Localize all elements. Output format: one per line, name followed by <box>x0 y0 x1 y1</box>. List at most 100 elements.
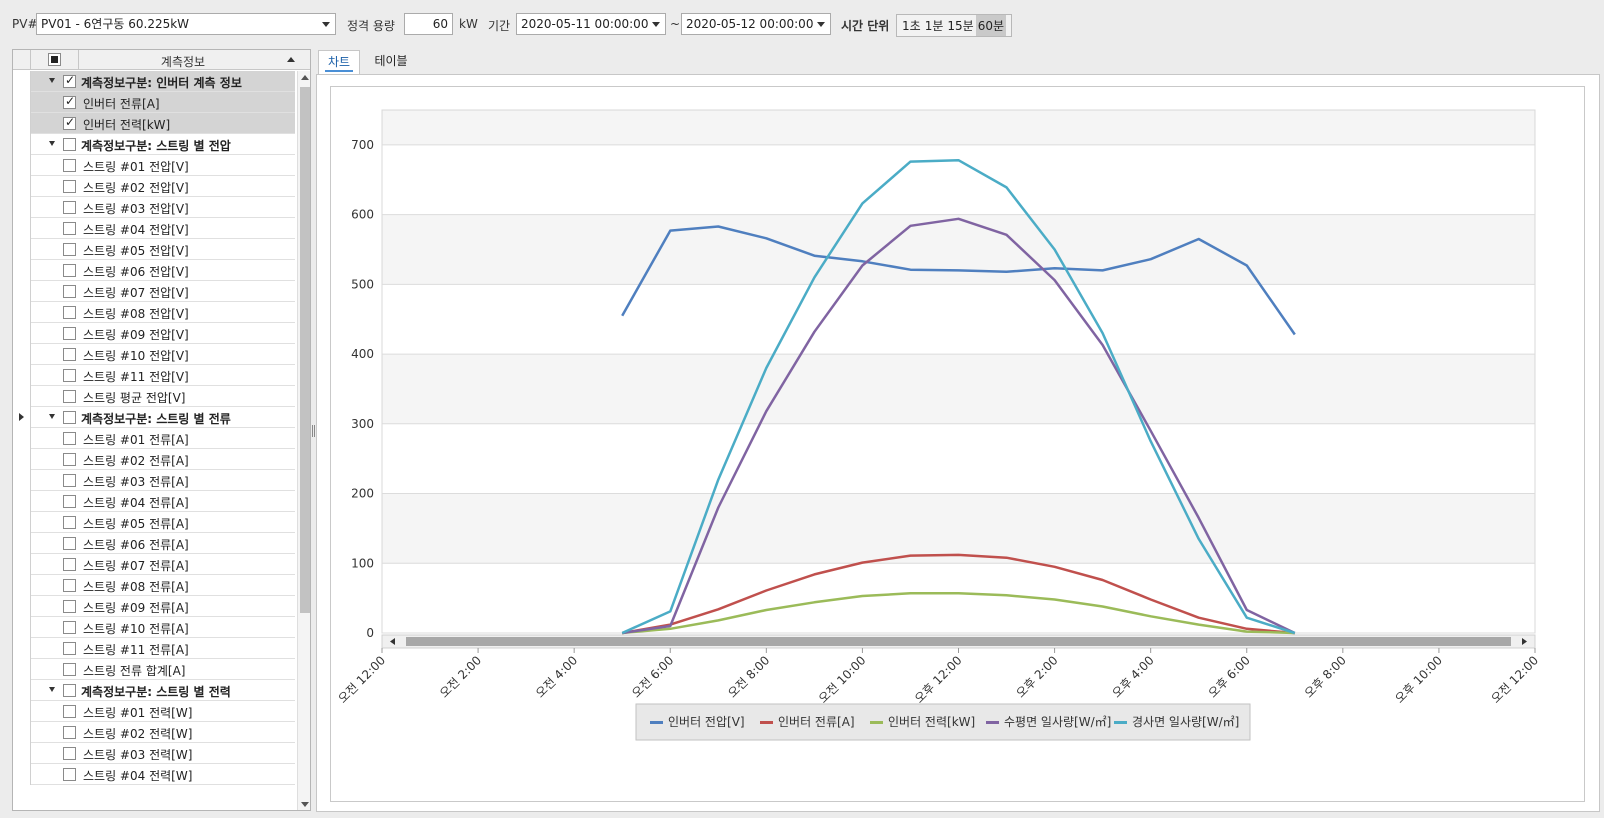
chart-scroll-thumb[interactable] <box>406 637 1511 646</box>
tree-item-row[interactable]: 스트링 #03 전류[A] <box>13 470 295 491</box>
time-unit-1s[interactable]: 1초 <box>900 15 923 36</box>
tree-item-row[interactable]: 스트링 #04 전압[V] <box>13 218 295 239</box>
item-checkbox[interactable] <box>63 264 76 277</box>
tree-item-row[interactable]: 스트링 #02 전력[W] <box>13 722 295 743</box>
item-checkbox[interactable] <box>63 159 76 172</box>
item-checkbox[interactable] <box>63 726 76 739</box>
item-checkbox[interactable] <box>63 579 76 592</box>
legend-item[interactable]: 경사면 일사량[W/㎡] <box>1132 715 1239 729</box>
tree-item-row[interactable]: 스트링 #11 전류[A] <box>13 638 295 659</box>
tree-item-row[interactable]: 스트링 #01 전류[A] <box>13 428 295 449</box>
tree-item-row[interactable]: 스트링 #05 전류[A] <box>13 512 295 533</box>
tree-group-row[interactable]: 계측정보구분: 스트링 별 전류 <box>13 407 295 428</box>
time-unit-1m[interactable]: 1분 <box>923 15 946 36</box>
item-checkbox[interactable] <box>63 201 76 214</box>
tree-item-row[interactable]: 스트링 #04 전력[W] <box>13 764 295 785</box>
tree-item-row[interactable]: 스트링 #03 전력[W] <box>13 743 295 764</box>
tree-item-row[interactable]: 스트링 #06 전압[V] <box>13 260 295 281</box>
tree-item-row[interactable]: 스트링 #05 전압[V] <box>13 239 295 260</box>
legend-item[interactable]: 수평면 일사량[W/㎡] <box>1004 715 1111 729</box>
scroll-thumb[interactable] <box>300 87 310 613</box>
end-date-picker[interactable]: 2020-05-12 00:00:00 <box>681 13 831 35</box>
item-checkbox[interactable] <box>63 285 76 298</box>
chevron-down-icon[interactable] <box>322 22 330 27</box>
collapse-icon[interactable] <box>49 78 55 83</box>
time-unit-15m[interactable]: 15분 <box>945 15 975 36</box>
item-checkbox[interactable] <box>63 621 76 634</box>
legend-item[interactable]: 인버터 전력[kW] <box>888 715 975 729</box>
item-checkbox[interactable] <box>63 180 76 193</box>
item-checkbox[interactable] <box>63 327 76 340</box>
tree-item-row[interactable]: 스트링 #07 전압[V] <box>13 281 295 302</box>
item-checkbox[interactable] <box>63 600 76 613</box>
scroll-up-icon[interactable] <box>301 75 309 80</box>
tree-item-row[interactable]: 스트링 #06 전류[A] <box>13 533 295 554</box>
tree-item-row[interactable]: 스트링 전류 합계[A] <box>13 659 295 680</box>
collapse-icon[interactable] <box>49 687 55 692</box>
pv-select[interactable]: PV01 - 6연구동 60.225kW <box>36 13 336 35</box>
tree-header-label[interactable]: 계측정보 <box>83 53 283 70</box>
tree-group-row[interactable]: 계측정보구분: 스트링 별 전압 <box>13 134 295 155</box>
tree-item-row[interactable]: 스트링 #07 전류[A] <box>13 554 295 575</box>
item-checkbox[interactable] <box>63 705 76 718</box>
row-indicator <box>13 491 31 512</box>
item-checkbox[interactable] <box>63 432 76 445</box>
tree-item-row[interactable]: 스트링 #04 전류[A] <box>13 491 295 512</box>
scroll-down-icon[interactable] <box>301 802 309 807</box>
tree-item-row[interactable]: 스트링 #02 전압[V] <box>13 176 295 197</box>
tree-item-row[interactable]: 인버터 전류[A] <box>13 92 295 113</box>
chevron-down-icon[interactable] <box>817 22 825 27</box>
collapse-icon[interactable] <box>49 141 55 146</box>
group-checkbox[interactable] <box>63 73 76 88</box>
tree-item-row[interactable]: 인버터 전력[kW] <box>13 113 295 134</box>
tree-group-row[interactable]: 계측정보구분: 인버터 계측 정보 <box>13 71 295 92</box>
item-checkbox[interactable] <box>63 94 76 109</box>
item-checkbox[interactable] <box>63 537 76 550</box>
tree-group-row[interactable]: 계측정보구분: 스트링 별 전력 <box>13 680 295 701</box>
panel-splitter[interactable] <box>312 425 315 437</box>
item-checkbox[interactable] <box>63 453 76 466</box>
item-checkbox[interactable] <box>63 768 76 781</box>
tree-item-row[interactable]: 스트링 #10 전류[A] <box>13 617 295 638</box>
item-checkbox[interactable] <box>63 558 76 571</box>
sort-ascending-icon[interactable] <box>287 57 295 62</box>
tree-item-row[interactable]: 스트링 #10 전압[V] <box>13 344 295 365</box>
time-unit-60m[interactable]: 60분 <box>975 15 1006 36</box>
item-checkbox[interactable] <box>63 369 76 382</box>
item-checkbox[interactable] <box>63 474 76 487</box>
tree-item-row[interactable]: 스트링 #11 전압[V] <box>13 365 295 386</box>
tab-table[interactable]: 테이블 <box>366 50 416 74</box>
legend-item[interactable]: 인버터 전류[A] <box>778 715 855 729</box>
tree-item-row[interactable]: 스트링 #08 전류[A] <box>13 575 295 596</box>
tree-item-row[interactable]: 스트링 #09 전류[A] <box>13 596 295 617</box>
legend-item[interactable]: 인버터 전압[V] <box>668 715 745 729</box>
start-date-picker[interactable]: 2020-05-11 00:00:00 <box>516 13 666 35</box>
item-checkbox[interactable] <box>63 243 76 256</box>
item-checkbox[interactable] <box>63 348 76 361</box>
item-checkbox[interactable] <box>63 642 76 655</box>
item-checkbox[interactable] <box>63 495 76 508</box>
tree-item-row[interactable]: 스트링 평균 전압[V] <box>13 386 295 407</box>
tree-item-row[interactable]: 스트링 #09 전압[V] <box>13 323 295 344</box>
tree-item-row[interactable]: 스트링 #01 전력[W] <box>13 701 295 722</box>
tree-scrollbar[interactable] <box>297 71 310 810</box>
item-checkbox[interactable] <box>63 222 76 235</box>
group-checkbox[interactable] <box>63 138 76 151</box>
capacity-input[interactable]: 60 <box>404 13 453 35</box>
item-checkbox[interactable] <box>63 747 76 760</box>
group-checkbox[interactable] <box>63 411 76 424</box>
item-checkbox[interactable] <box>63 663 76 676</box>
tab-chart[interactable]: 차트 <box>318 50 360 74</box>
item-checkbox[interactable] <box>63 306 76 319</box>
collapse-icon[interactable] <box>49 414 55 419</box>
group-checkbox[interactable] <box>63 684 76 697</box>
tree-item-row[interactable]: 스트링 #03 전압[V] <box>13 197 295 218</box>
tree-item-row[interactable]: 스트링 #02 전류[A] <box>13 449 295 470</box>
chevron-down-icon[interactable] <box>652 22 660 27</box>
item-checkbox[interactable] <box>63 115 76 130</box>
tree-item-row[interactable]: 스트링 #08 전압[V] <box>13 302 295 323</box>
tree-item-row[interactable]: 스트링 #01 전압[V] <box>13 155 295 176</box>
item-checkbox[interactable] <box>63 516 76 529</box>
select-all-checkbox[interactable] <box>48 53 61 66</box>
item-checkbox[interactable] <box>63 390 76 403</box>
